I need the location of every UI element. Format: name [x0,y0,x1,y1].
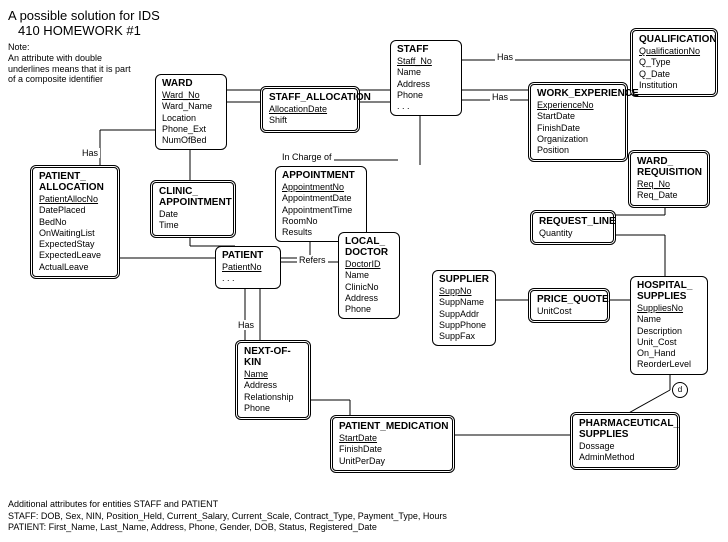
entity-price-quote: PRICE_QUOTE UnitCost [528,288,610,323]
note: Note: An attribute with double underline… [8,42,720,85]
label-has: Has [495,52,515,62]
entity-clinic-appointment: CLINIC_ APPOINTMENT Date Time [150,180,236,238]
entity-patient: PATIENT PatientNo . . . [215,246,281,289]
page-subtitle: 410 HOMEWORK #1 [18,23,720,38]
entity-supplier: SUPPLIER SuppNo SuppName SuppAddr SuppPh… [432,270,496,346]
entity-ward: WARD Ward_No Ward_Name Location Phone_Ex… [155,74,227,150]
entity-work-experience: WORK_EXPERIENCE ExperienceNo StartDate F… [528,82,628,162]
entity-ward-requisition: WARD_ REQUISITION Req_No Req_Date [628,150,710,208]
entity-appointment: APPOINTMENT AppointmentNo AppointmentDat… [275,166,367,242]
entity-local-doctor: LOCAL_ DOCTOR DoctorID Name ClinicNo Add… [338,232,400,319]
entity-staff: STAFF Staff_No Name Address Phone . . . [390,40,462,116]
entity-pharmaceutical-supplies: PHARMACEUTICAL_ SUPPLIES Dossage AdminMe… [570,412,680,470]
entity-qualification: QUALIFICATION QualificationNo Q_Type Q_D… [630,28,718,97]
entity-patient-allocation: PATIENT_ ALLOCATION PatientAllocNo DateP… [30,165,120,279]
entity-next-of-kin: NEXT-OF-KIN Name Address Relationship Ph… [235,340,311,420]
entity-hospital-supplies: HOSPITAL_ SUPPLIES SuppliesNo Name Descr… [630,276,708,375]
label-has: Has [80,148,100,158]
entity-request-line: REQUEST_LINE Quantity [530,210,616,245]
label-incharge: In Charge of [280,152,334,162]
disjoint-indicator: d [672,382,688,398]
label-refers: Refers [297,255,328,265]
entity-patient-medication: PATIENT_MEDICATION StartDate FinishDate … [330,415,455,473]
footnote: Additional attributes for entities STAFF… [8,499,447,534]
page-title: A possible solution for IDS [8,8,720,23]
entity-staff-allocation: STAFF_ALLOCATION AllocationDate Shift [260,86,360,133]
label-has: Has [236,320,256,330]
label-has: Has [490,92,510,102]
